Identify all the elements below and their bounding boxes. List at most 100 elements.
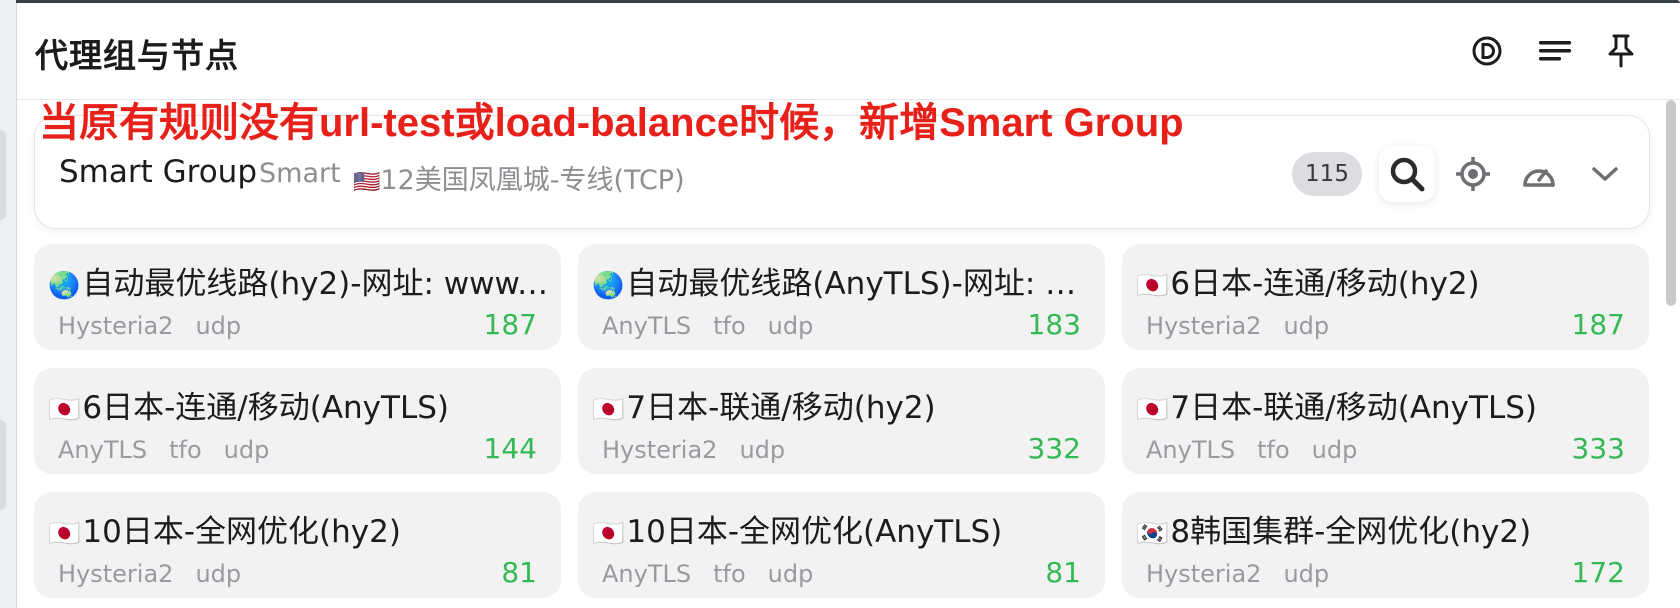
scrollbar[interactable] (1666, 98, 1676, 608)
annotation-part: 时候，新增 (739, 100, 940, 146)
proxy-node-card[interactable]: 🌏自动最优线路(AnyTLS)-网址: w… AnyTLS tfo udp 183 (578, 244, 1105, 350)
latency-test-button[interactable] (1511, 146, 1567, 202)
d-circle-icon[interactable] (1469, 33, 1505, 69)
node-name: 🌏自动最优线路(AnyTLS)-网址: w… (592, 258, 1092, 303)
node-tags: AnyTLS tfo udp (58, 436, 291, 464)
flag-icon: 🇯🇵 (48, 395, 81, 425)
node-tag: tfo (169, 436, 202, 464)
proxy-node-card[interactable]: 🇯🇵6日本-连通/移动(hy2) Hysteria2 udp 187 (1122, 244, 1649, 350)
node-name: 🌏自动最优线路(hy2)-网址: www.… (48, 258, 548, 303)
node-delay[interactable]: 81 (501, 556, 537, 589)
proxy-node-card[interactable]: 🇰🇷8韩国集群-全网优化(hy2) Hysteria2 udp 172 (1122, 492, 1649, 598)
node-tags: AnyTLS tfo udp (602, 312, 835, 340)
flag-icon: 🇯🇵 (592, 519, 625, 549)
flag-icon: 🌏 (592, 271, 625, 301)
node-tag: udp (195, 560, 242, 588)
proxy-node-card[interactable]: 🇯🇵10日本-全网优化(hy2) Hysteria2 udp 81 (34, 492, 561, 598)
group-name: Smart Group (59, 154, 258, 190)
node-tag: Hysteria2 (1146, 312, 1262, 340)
annotation-part: 或 (454, 100, 495, 146)
node-name-label: 8韩国集群-全网优化(hy2) (1170, 514, 1532, 550)
locate-icon (1456, 157, 1490, 191)
node-delay[interactable]: 144 (484, 432, 537, 465)
node-tag: udp (1283, 560, 1330, 588)
node-tag: AnyTLS (1146, 436, 1236, 464)
node-tag: udp (767, 560, 814, 588)
proxy-node-card[interactable]: 🇯🇵7日本-联通/移动(hy2) Hysteria2 udp 332 (578, 368, 1105, 474)
annotation-part: load-balance (494, 101, 740, 145)
group-current-node: 🇺🇸12美国凤凰城-专线(TCP) (353, 158, 685, 197)
flag-icon: 🌏 (48, 271, 81, 301)
proxy-node-card[interactable]: 🇯🇵7日本-联通/移动(AnyTLS) AnyTLS tfo udp 333 (1122, 368, 1649, 474)
sort-lines-icon[interactable] (1537, 33, 1573, 69)
group-type: Smart (259, 158, 341, 189)
node-name-label: 7日本-联通/移动(AnyTLS) (1170, 390, 1538, 426)
node-tag: udp (739, 436, 786, 464)
scrollbar-thumb[interactable] (1666, 100, 1676, 306)
node-name: 🇯🇵7日本-联通/移动(hy2) (592, 382, 1092, 427)
node-tags: Hysteria2 udp (1146, 560, 1351, 588)
node-name-label: 10日本-全网优化(hy2) (82, 514, 401, 550)
proxy-node-card[interactable]: 🇯🇵6日本-连通/移动(AnyTLS) AnyTLS tfo udp 144 (34, 368, 561, 474)
node-delay[interactable]: 187 (484, 308, 537, 341)
proxy-node-card[interactable]: 🇯🇵10日本-全网优化(AnyTLS) AnyTLS tfo udp 81 (578, 492, 1105, 598)
node-name-label: 自动最优线路(AnyTLS)-网址: w… (626, 266, 1092, 302)
proxy-node-card[interactable]: 🌏自动最优线路(hy2)-网址: www.… Hysteria2 udp 187 (34, 244, 561, 350)
node-name: 🇯🇵6日本-连通/移动(hy2) (1136, 258, 1636, 303)
node-name: 🇯🇵6日本-连通/移动(AnyTLS) (48, 382, 548, 427)
node-tag: tfo (713, 560, 746, 588)
expand-button[interactable] (1577, 146, 1633, 202)
node-tag: udp (767, 312, 814, 340)
edge-nub (0, 420, 6, 510)
node-tags: Hysteria2 udp (602, 436, 807, 464)
node-tag: udp (223, 436, 270, 464)
node-delay[interactable]: 81 (1045, 556, 1081, 589)
node-tags: AnyTLS tfo udp (1146, 436, 1379, 464)
chevron-down-icon (1592, 167, 1618, 181)
search-icon (1390, 157, 1425, 192)
node-tag: Hysteria2 (602, 436, 718, 464)
node-tag: udp (1311, 436, 1358, 464)
annotation-part: 当原有规则没有 (39, 100, 319, 146)
annotation-part: Smart Group (939, 101, 1184, 145)
node-name: 🇯🇵7日本-联通/移动(AnyTLS) (1136, 382, 1636, 427)
node-tag: Hysteria2 (58, 560, 174, 588)
node-tag: AnyTLS (602, 560, 692, 588)
node-name-label: 自动最优线路(hy2)-网址: www.… (82, 266, 548, 302)
node-name: 🇯🇵10日本-全网优化(AnyTLS) (592, 506, 1092, 551)
node-tags: AnyTLS tfo udp (602, 560, 835, 588)
node-delay[interactable]: 187 (1572, 308, 1625, 341)
node-tag: Hysteria2 (1146, 560, 1262, 588)
node-name: 🇯🇵10日本-全网优化(hy2) (48, 506, 548, 551)
edge-nub (0, 130, 6, 220)
node-name-label: 6日本-连通/移动(AnyTLS) (82, 390, 450, 426)
node-delay[interactable]: 172 (1572, 556, 1625, 589)
locate-button[interactable] (1445, 146, 1501, 202)
annotation-text: 当原有规则没有url-test或load-balance时候，新增Smart G… (39, 90, 1184, 148)
node-tag: Hysteria2 (58, 312, 174, 340)
current-node-label: 12美国凤凰城-专线(TCP) (380, 165, 685, 196)
node-tags: Hysteria2 udp (58, 560, 263, 588)
node-delay[interactable]: 333 (1572, 432, 1625, 465)
flag-icon: 🇯🇵 (1136, 395, 1169, 425)
pin-icon[interactable] (1603, 33, 1639, 69)
node-tags: Hysteria2 udp (1146, 312, 1351, 340)
flag-icon: 🇯🇵 (1136, 271, 1169, 301)
node-tag: udp (195, 312, 242, 340)
window-edge (0, 0, 17, 608)
node-tag: udp (1283, 312, 1330, 340)
speedometer-icon (1523, 169, 1555, 187)
flag-icon: 🇺🇸 (353, 170, 381, 195)
node-tags: Hysteria2 udp (58, 312, 263, 340)
search-button[interactable] (1379, 146, 1435, 202)
annotation-part: url-test (319, 101, 455, 145)
node-name: 🇰🇷8韩国集群-全网优化(hy2) (1136, 506, 1636, 551)
node-delay[interactable]: 183 (1028, 308, 1081, 341)
flag-icon: 🇯🇵 (592, 395, 625, 425)
node-count-badge: 115 (1292, 152, 1362, 196)
page-title: 代理组与节点 (35, 36, 239, 75)
node-delay[interactable]: 332 (1028, 432, 1081, 465)
panel-header: 代理组与节点 (17, 3, 1680, 100)
flag-icon: 🇯🇵 (48, 519, 81, 549)
node-tag: tfo (713, 312, 746, 340)
